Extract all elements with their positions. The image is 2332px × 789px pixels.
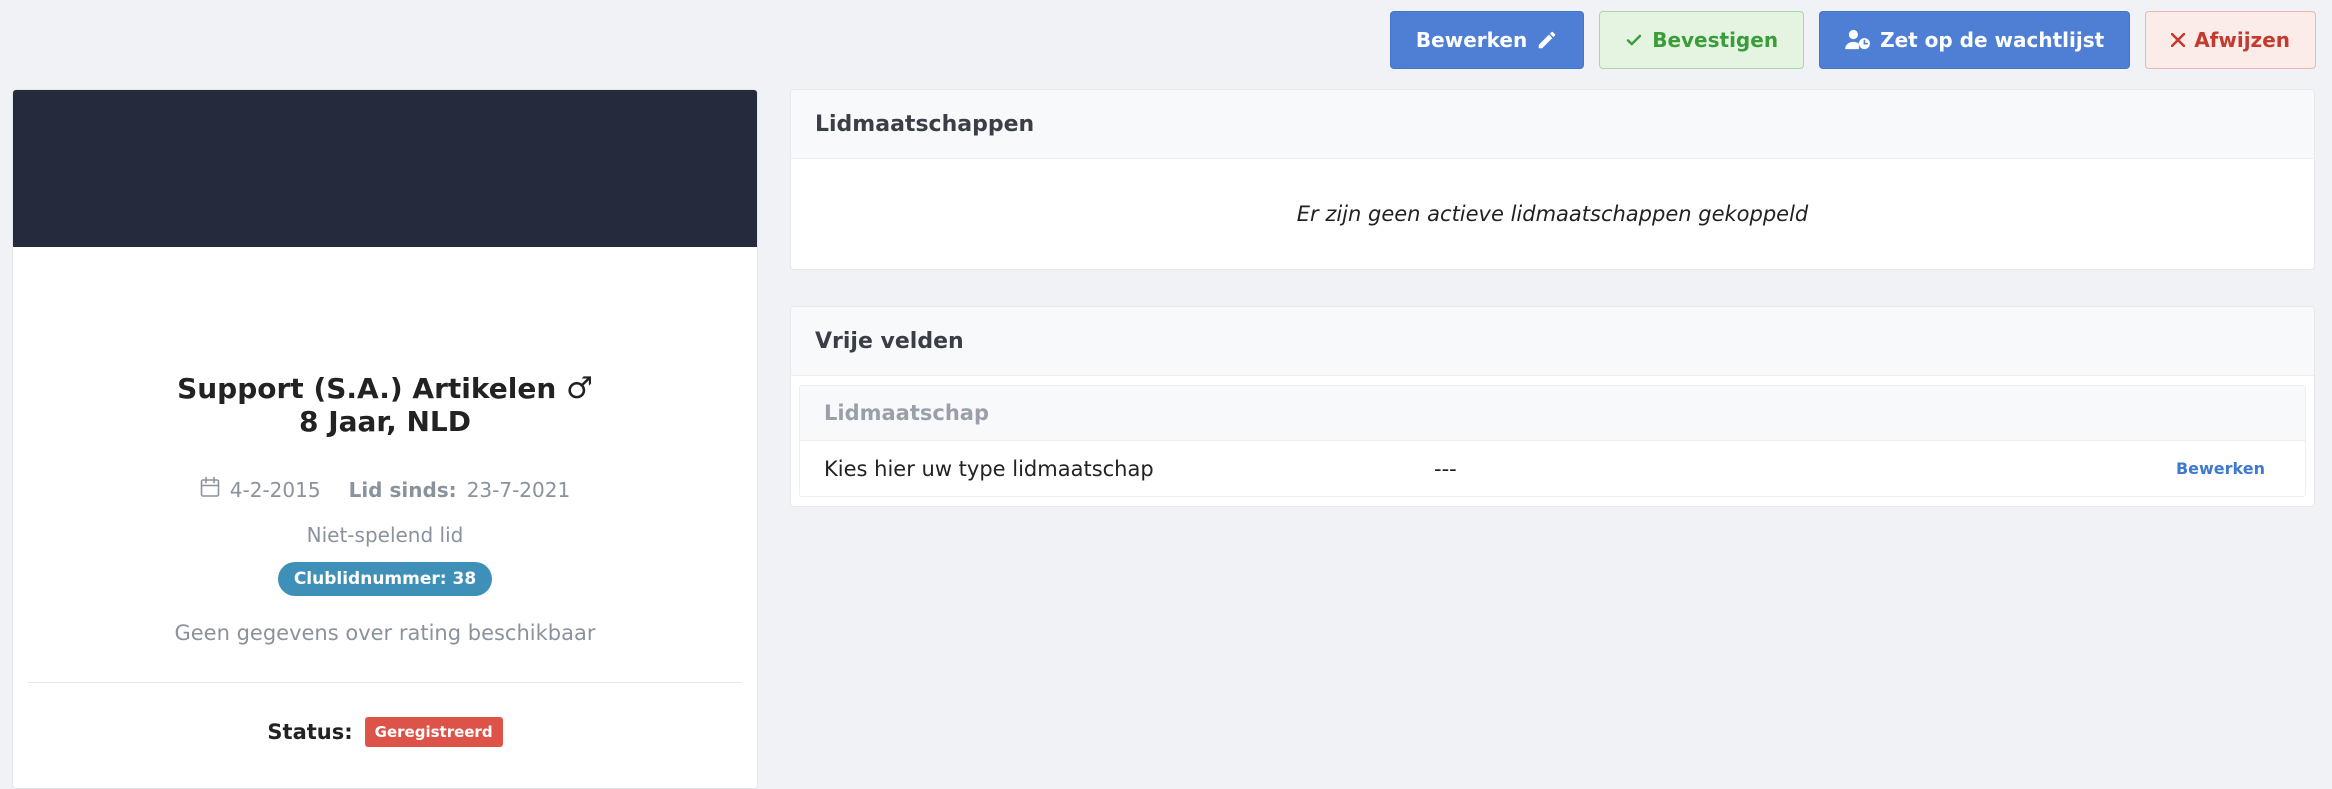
male-gender-icon: ♂ xyxy=(566,371,593,406)
waitlist-button-label: Zet op de wachtlijst xyxy=(1880,28,2105,52)
field-edit-link[interactable]: Bewerken xyxy=(2176,459,2265,478)
profile-banner xyxy=(13,90,757,247)
close-icon xyxy=(2171,33,2186,47)
field-value: --- xyxy=(1434,456,1457,481)
profile-meta: 4-2-2015 Lid sinds: 23-7-2021 xyxy=(13,476,757,503)
table-row: Kies hier uw type lidmaatschap --- Bewer… xyxy=(800,441,2305,496)
user-clock-icon xyxy=(1845,29,1871,51)
confirm-button[interactable]: Bevestigen xyxy=(1599,11,1805,69)
status-label: Status: xyxy=(267,720,353,744)
memberships-title: Lidmaatschappen xyxy=(791,90,2314,159)
edit-button-label: Bewerken xyxy=(1415,28,1528,52)
edit-button[interactable]: Bewerken xyxy=(1389,11,1585,69)
calendar-icon xyxy=(200,476,220,503)
memberships-empty-text: Er zijn geen actieve lidmaatschappen gek… xyxy=(1296,202,1809,226)
status-badge: Geregistreerd xyxy=(364,717,503,747)
free-fields-panel: Vrije velden Lidmaatschap Kies hier uw t… xyxy=(790,306,2315,507)
waitlist-button[interactable]: Zet op de wachtlijst xyxy=(1819,11,2131,69)
member-since-date: 23-7-2021 xyxy=(466,477,571,502)
rating-info: Geen gegevens over rating beschikbaar xyxy=(174,621,596,645)
reject-button[interactable]: Afwijzen xyxy=(2145,11,2316,69)
action-toolbar: Bewerken Bevestigen Zet op de wachtlijst… xyxy=(0,0,2332,80)
free-fields-group-title: Lidmaatschap xyxy=(800,386,2305,441)
field-label: Kies hier uw type lidmaatschap xyxy=(824,456,1154,481)
profile-name: Support (S.A.) Artikelen xyxy=(177,372,557,405)
member-since-label: Lid sinds: xyxy=(348,477,457,502)
club-number-badge: Clublidnummer: 38 xyxy=(277,562,493,596)
free-fields-table: Lidmaatschap Kies hier uw type lidmaatsc… xyxy=(799,385,2306,497)
profile-card: Support (S.A.) Artikelen ♂ 8 Jaar, NLD 4… xyxy=(12,89,758,789)
birthdate: 4-2-2015 xyxy=(229,477,321,502)
member-type: Niet-spelend lid xyxy=(306,523,464,547)
check-icon xyxy=(1625,31,1643,49)
confirm-button-label: Bevestigen xyxy=(1652,28,1779,52)
status-row: Status: Geregistreerd xyxy=(13,717,757,747)
pencil-icon xyxy=(1536,29,1558,51)
profile-age-country: 8 Jaar, NLD xyxy=(298,405,472,438)
reject-button-label: Afwijzen xyxy=(2194,28,2290,52)
memberships-panel: Lidmaatschappen Er zijn geen actieve lid… xyxy=(790,89,2315,270)
divider xyxy=(28,682,742,683)
profile-heading: Support (S.A.) Artikelen ♂ 8 Jaar, NLD xyxy=(13,372,757,438)
free-fields-title: Vrije velden xyxy=(791,307,2314,376)
